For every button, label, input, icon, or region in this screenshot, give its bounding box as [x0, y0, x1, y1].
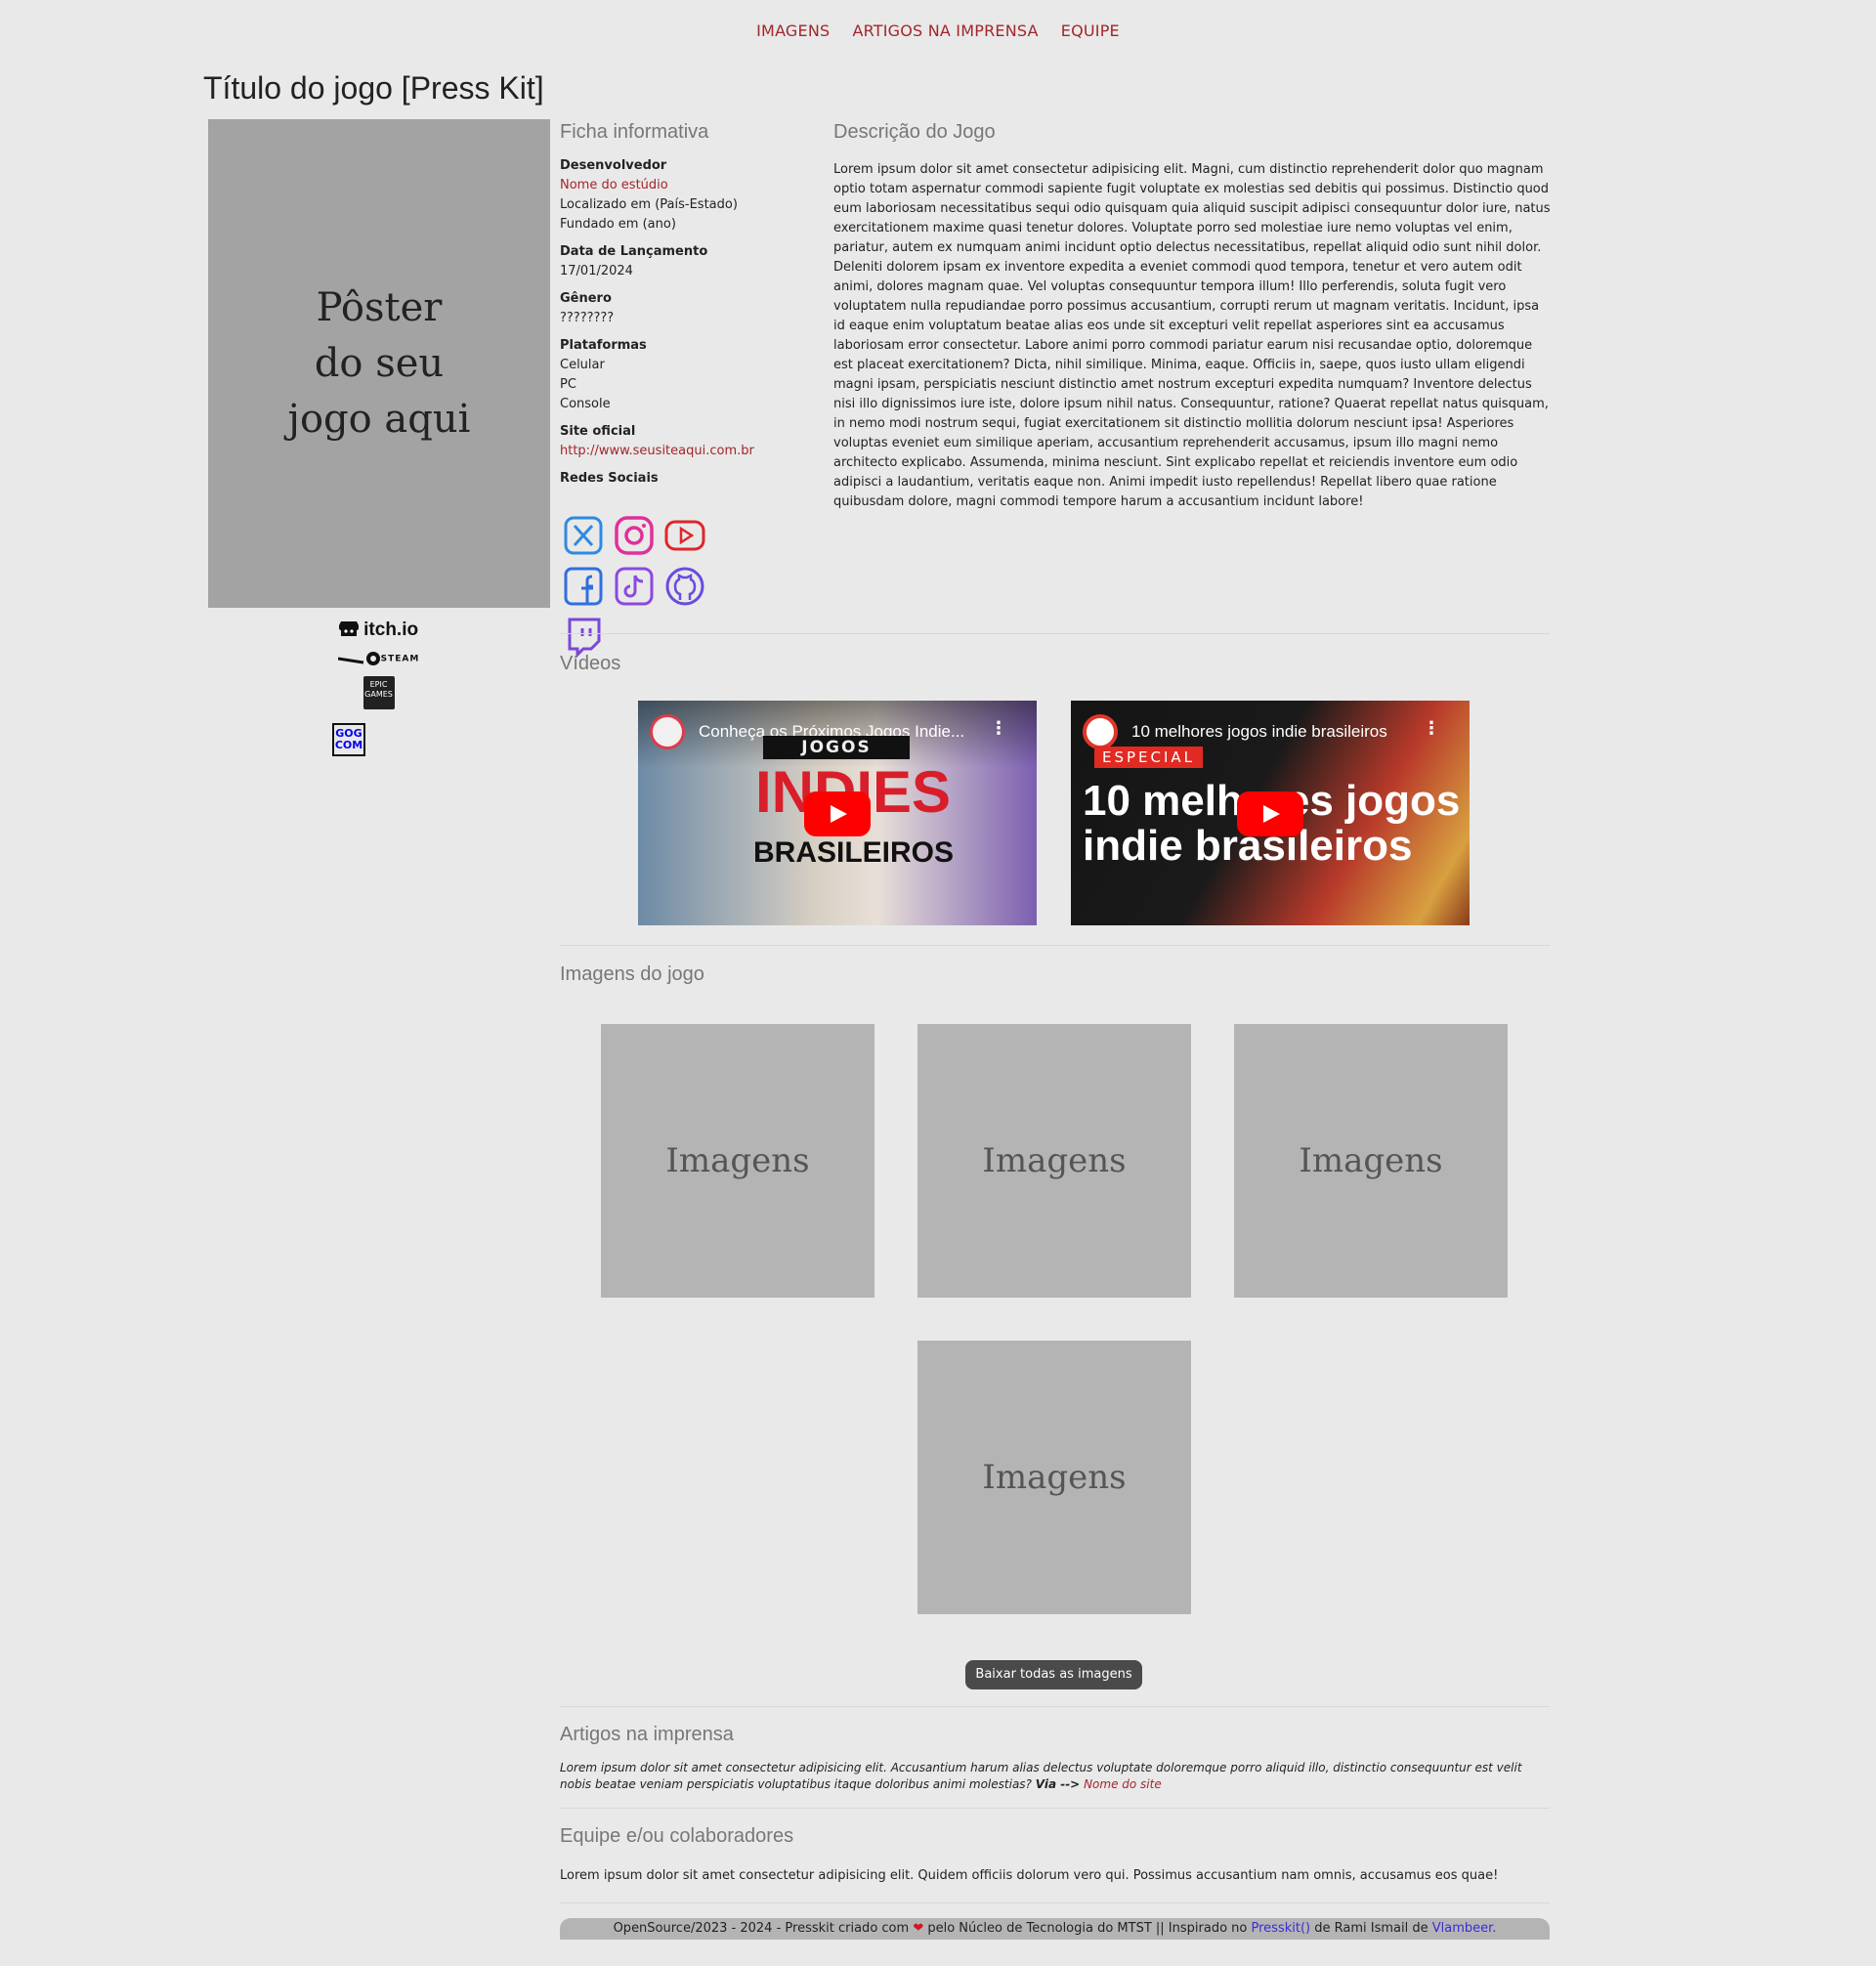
social-label: Redes Sociais [560, 471, 659, 486]
images-heading: Imagens do jogo [560, 963, 704, 985]
release-label: Data de Lançamento [560, 244, 708, 259]
poster-placeholder-text: Pôster do seu jogo aqui [287, 284, 471, 442]
studio-location: Localizado em (País-Estado) [560, 197, 738, 212]
platform-item: Console [560, 397, 611, 411]
channel-avatar-icon [1083, 714, 1118, 749]
fact-sheet: Desenvolvedor Nome do estúdio Localizado… [560, 156, 814, 489]
epic-games-icon: EPIC GAMES [362, 676, 395, 709]
genre-label: Gênero [560, 291, 612, 306]
itch-io-icon [338, 620, 363, 640]
platform-item: PC [560, 377, 576, 392]
image-placeholder-text: Imagens [982, 1141, 1127, 1180]
fact-sheet-heading: Ficha informativa [560, 121, 709, 143]
press-via: Via --> [1035, 1777, 1081, 1791]
platform-item: Celular [560, 358, 605, 372]
platforms-label: Plataformas [560, 338, 647, 353]
more-options-icon[interactable]: ⋮ [1423, 718, 1440, 739]
steam-icon [337, 652, 380, 665]
developer-label: Desenvolvedor [560, 158, 667, 173]
divider [560, 1808, 1550, 1809]
nav-link-artigos[interactable]: ARTIGOS NA IMPRENSA [852, 21, 1038, 40]
team-description: Lorem ipsum dolor sit amet consectetur a… [560, 1868, 1499, 1883]
presskit-link[interactable]: Presskit() [1252, 1921, 1311, 1936]
nav-link-equipe[interactable]: EQUIPE [1061, 21, 1120, 40]
x-icon[interactable] [562, 514, 605, 557]
footer: OpenSource/2023 - 2024 - Presskit criado… [560, 1918, 1550, 1940]
youtube-icon[interactable] [663, 514, 706, 557]
play-button-icon[interactable] [804, 791, 871, 836]
channel-avatar-icon [650, 714, 685, 749]
github-icon[interactable] [663, 565, 706, 608]
footer-text: de Rami Ismail de [1314, 1921, 1428, 1936]
game-poster: Pôster do seu jogo aqui [208, 119, 550, 608]
game-description: Lorem ipsum dolor sit amet consectetur a… [833, 162, 1551, 509]
description-heading: Descrição do Jogo [833, 121, 996, 143]
genre-value: ???????? [560, 311, 615, 325]
video-title: 10 melhores jogos indie brasileiros [1131, 722, 1387, 741]
steam-label: STEAM [380, 654, 420, 664]
game-image-placeholder[interactable]: Imagens [917, 1341, 1191, 1614]
instagram-icon[interactable] [613, 514, 656, 557]
videos-heading: Vídeos [560, 653, 621, 674]
divider [560, 945, 1550, 946]
game-image-placeholder[interactable]: Imagens [917, 1024, 1191, 1298]
thumbnail-text: BRASILEIROS [753, 836, 955, 869]
epic-games-logo[interactable]: EPIC GAMES [332, 676, 425, 709]
more-options-icon[interactable]: ⋮ [990, 718, 1007, 739]
studio-founded: Fundado em (ano) [560, 217, 676, 232]
game-image-placeholder[interactable]: Imagens [601, 1024, 874, 1298]
image-placeholder-text: Imagens [1299, 1141, 1443, 1180]
release-date: 17/01/2024 [560, 264, 633, 278]
nav-link-imagens[interactable]: IMAGENS [756, 21, 830, 40]
team-heading: Equipe e/ou colaboradores [560, 1825, 794, 1847]
steam-logo[interactable]: STEAM [332, 651, 425, 666]
download-all-images-button[interactable]: Baixar todas as imagens [965, 1660, 1142, 1689]
divider [560, 1706, 1550, 1707]
tag-badge: ESPECIAL [1094, 747, 1204, 768]
site-label: Site oficial [560, 424, 636, 439]
video-embed-2[interactable]: 10 melhores jogos indie brasileiros ⋮ ES… [1071, 701, 1470, 925]
divider [560, 1902, 1550, 1903]
heart-icon: ❤ [913, 1921, 924, 1936]
gog-logo[interactable]: GOG COM [332, 723, 425, 756]
store-links: itch.io STEAM EPIC GAMES GOG COM [332, 620, 425, 766]
vlambeer-link[interactable]: Vlambeer. [1432, 1921, 1497, 1936]
play-button-icon[interactable] [1237, 791, 1303, 836]
tiktok-icon[interactable] [613, 565, 656, 608]
thumbnail-text: JOGOS [763, 736, 910, 759]
press-site-link[interactable]: Nome do site [1084, 1777, 1162, 1791]
itch-io-label: itch.io [363, 620, 419, 640]
itch-io-logo[interactable]: itch.io [332, 620, 425, 641]
image-placeholder-text: Imagens [665, 1141, 810, 1180]
facebook-icon[interactable] [562, 565, 605, 608]
video-embed-1[interactable]: Conheça os Próximos Jogos Indie... ⋮ JOG… [638, 701, 1037, 925]
image-placeholder-text: Imagens [982, 1458, 1127, 1497]
gog-icon: GOG COM [332, 723, 365, 756]
page-title: Título do jogo [Press Kit] [203, 70, 544, 106]
top-nav: IMAGENS ARTIGOS NA IMPRENSA EQUIPE [0, 21, 1876, 40]
press-heading: Artigos na imprensa [560, 1724, 734, 1745]
game-image-placeholder[interactable]: Imagens [1234, 1024, 1508, 1298]
studio-name-link[interactable]: Nome do estúdio [560, 176, 814, 195]
official-site-link[interactable]: http://www.seusiteaqui.com.br [560, 442, 814, 461]
footer-text: pelo Núcleo de Tecnologia do MTST || Ins… [927, 1921, 1248, 1936]
divider [560, 633, 1550, 634]
press-article: Lorem ipsum dolor sit amet consectetur a… [560, 1760, 1552, 1793]
footer-text: OpenSource/2023 - 2024 - Presskit criado… [613, 1921, 910, 1936]
